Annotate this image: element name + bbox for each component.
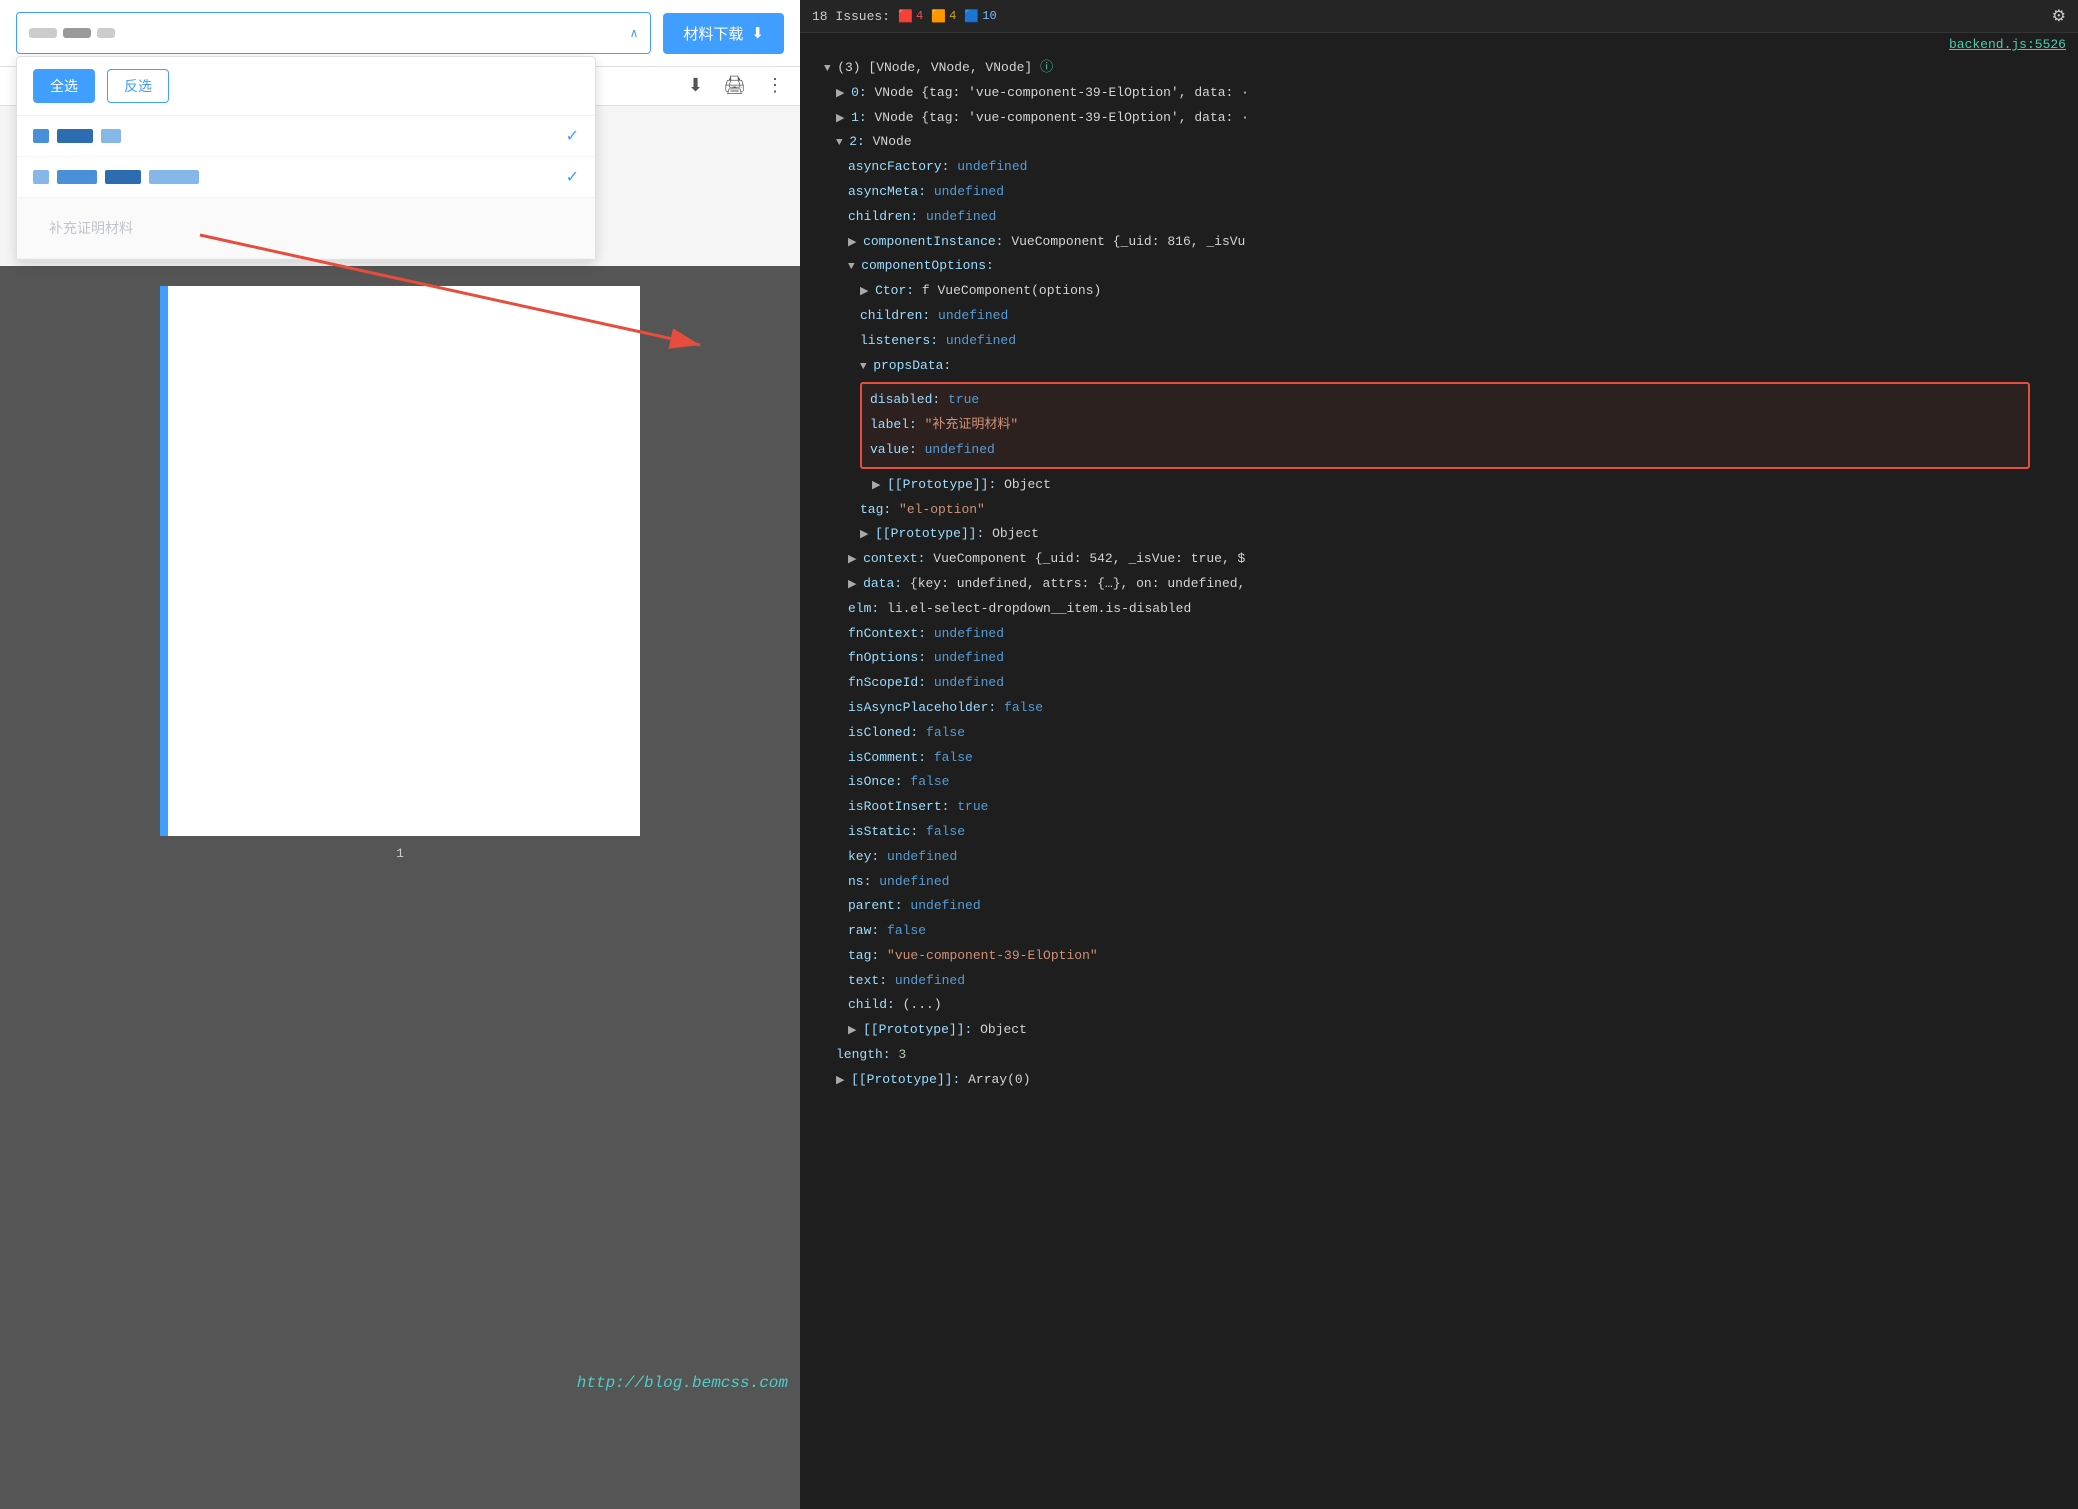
- left-panel: ∧ 材料下载 ⬇ ⬇ 🖨 ⋮ 全选 反选 ✓: [0, 0, 800, 1404]
- context-node[interactable]: context: VueComponent {_uid: 542, _isVue…: [800, 547, 2078, 572]
- key-node: key: undefined: [800, 845, 2078, 870]
- tag-node: tag: "el-option": [800, 498, 2078, 523]
- parent-node: parent: undefined: [800, 894, 2078, 919]
- toolbar-download-icon[interactable]: ⬇: [688, 75, 703, 97]
- componentOptions-node[interactable]: componentOptions:: [800, 254, 2078, 279]
- isAsyncPlaceholder-node: isAsyncPlaceholder: false: [800, 696, 2078, 721]
- prototype-obj-node[interactable]: [[Prototype]]: Object: [800, 473, 2078, 498]
- asyncMeta: asyncMeta: undefined: [800, 180, 2078, 205]
- dropdown-item-1[interactable]: ✓: [17, 116, 595, 157]
- info-icon: ⓘ: [1040, 60, 1053, 75]
- dot2: [63, 28, 91, 38]
- item-box: [57, 170, 97, 184]
- watermark: http://blog.bemcss.com: [577, 1374, 788, 1392]
- download-label: 材料下载: [683, 23, 743, 44]
- listeners-node: listeners: undefined: [800, 329, 2078, 354]
- dropdown-item-3-disabled: 补充证明材料: [17, 198, 595, 259]
- toolbar-more-icon[interactable]: ⋮: [766, 75, 784, 97]
- page-number: 1: [396, 846, 404, 861]
- item-box: [101, 129, 121, 143]
- chevron-up-icon: ∧: [630, 26, 639, 41]
- ctor-node[interactable]: Ctor: f VueComponent(options): [800, 279, 2078, 304]
- document-page: 1: [160, 286, 640, 836]
- warn-badge: 🟧 4: [931, 9, 956, 24]
- disabled-item-label: 补充证明材料: [33, 208, 149, 248]
- elm-node: elm: li.el-select-dropdown__item.is-disa…: [800, 597, 2078, 622]
- children-node: children: undefined: [800, 205, 2078, 230]
- disabled-node: disabled: true: [870, 388, 2020, 413]
- toolbar-print-icon[interactable]: 🖨: [723, 75, 746, 97]
- dropdown-panel: 全选 反选 ✓ ✓ 补充证明材料: [16, 56, 596, 260]
- children2-node: children: undefined: [800, 304, 2078, 329]
- issues-badge: 18 Issues: 🟥 4 🟧 4 🟦 10: [812, 9, 997, 24]
- check-mark-1: ✓: [566, 126, 579, 146]
- issues-label: 18 Issues:: [812, 9, 890, 24]
- document-area: 1: [0, 266, 800, 1509]
- child-node: child: (...): [800, 993, 2078, 1018]
- fnContext-node: fnContext: undefined: [800, 622, 2078, 647]
- label-node: label: "补充证明材料": [870, 413, 2020, 438]
- item-box: [33, 170, 49, 184]
- prototype-obj2-node[interactable]: [[Prototype]]: Object: [800, 522, 2078, 547]
- fnScopeId-node: fnScopeId: undefined: [800, 671, 2078, 696]
- item-2-content: [33, 170, 566, 184]
- isRootInsert-node: isRootInsert: true: [800, 795, 2078, 820]
- file-link[interactable]: backend.js:5526: [800, 33, 2078, 56]
- prototype3-node[interactable]: [[Prototype]]: Object: [800, 1018, 2078, 1043]
- doc-blue-bar: [160, 286, 168, 836]
- dot1: [29, 28, 57, 38]
- select-input-content: [29, 28, 115, 38]
- fnOptions-node: fnOptions: undefined: [800, 646, 2078, 671]
- item-box: [57, 129, 93, 143]
- invert-button[interactable]: 反选: [107, 69, 169, 103]
- item-1-content: [33, 129, 566, 143]
- propsData-node[interactable]: propsData:: [800, 354, 2078, 379]
- asyncFactory: asyncFactory: undefined: [800, 155, 2078, 180]
- data-node[interactable]: data: {key: undefined, attrs: {…}, on: u…: [800, 572, 2078, 597]
- item-box: [33, 129, 49, 143]
- prototype-arr-node[interactable]: [[Prototype]]: Array(0): [800, 1068, 2078, 1093]
- props-data-highlight: disabled: true label: "补充证明材料" value: un…: [860, 382, 2030, 468]
- tree-node-0[interactable]: 0: VNode {tag: 'vue-component-39-ElOptio…: [800, 81, 2078, 106]
- componentInstance-node[interactable]: componentInstance: VueComponent {_uid: 8…: [800, 230, 2078, 255]
- select-input[interactable]: ∧: [16, 12, 651, 54]
- tree-root-label: (3) [VNode, VNode, VNode]: [837, 60, 1032, 75]
- value-node: value: undefined: [870, 438, 2020, 463]
- dot3: [97, 28, 115, 38]
- tree-node-2[interactable]: 2: VNode: [800, 130, 2078, 155]
- tag2-node: tag: "vue-component-39-ElOption": [800, 944, 2078, 969]
- tree-node-1[interactable]: 1: VNode {tag: 'vue-component-39-ElOptio…: [800, 106, 2078, 131]
- download-icon: ⬇: [751, 24, 764, 42]
- error-badge: 🟥 4: [898, 9, 923, 24]
- right-panel: 18 Issues: 🟥 4 🟧 4 🟦 10 ⚙ backend.js:552…: [800, 0, 2078, 1404]
- ns-node: ns: undefined: [800, 870, 2078, 895]
- isCloned-node: isCloned: false: [800, 721, 2078, 746]
- download-button[interactable]: 材料下载 ⬇: [663, 13, 784, 54]
- dropdown-item-2[interactable]: ✓: [17, 157, 595, 198]
- select-all-button[interactable]: 全选: [33, 69, 95, 103]
- length-node: length: 3: [800, 1043, 2078, 1068]
- text-node: text: undefined: [800, 969, 2078, 994]
- devtools-header: 18 Issues: 🟥 4 🟧 4 🟦 10 ⚙: [800, 0, 2078, 33]
- settings-icon[interactable]: ⚙: [2052, 6, 2066, 26]
- tree-root[interactable]: (3) [VNode, VNode, VNode] ⓘ: [800, 56, 2078, 81]
- item-box: [105, 170, 141, 184]
- raw-node: raw: false: [800, 919, 2078, 944]
- isComment-node: isComment: false: [800, 746, 2078, 771]
- item-box: [149, 170, 199, 184]
- isStatic-node: isStatic: false: [800, 820, 2078, 845]
- check-mark-2: ✓: [566, 167, 579, 187]
- isOnce-node: isOnce: false: [800, 770, 2078, 795]
- info-badge: 🟦 10: [964, 9, 996, 24]
- dropdown-header: 全选 反选: [17, 57, 595, 116]
